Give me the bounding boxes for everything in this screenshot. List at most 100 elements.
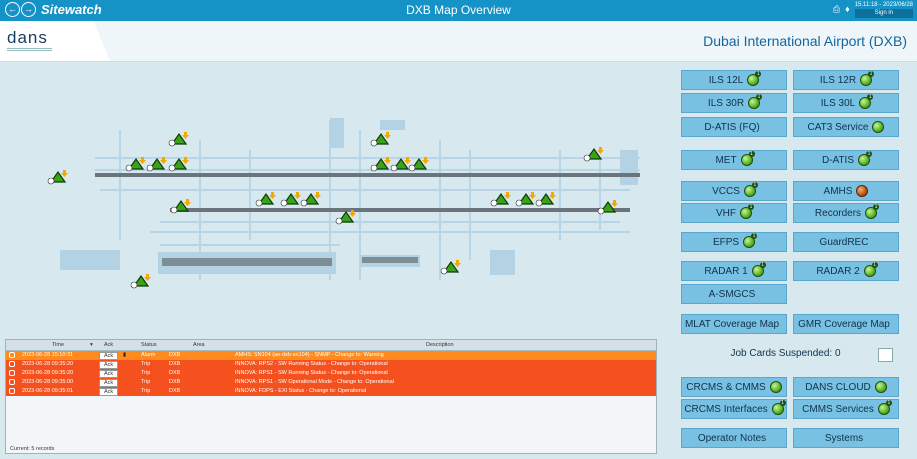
alarm-row[interactable]: 2023-06-28 09:35:20 Ack Trip DXB INNOVA: RPS…	[6, 360, 656, 369]
printer-icon[interactable]: ⎙	[833, 4, 840, 14]
job-cards-suspended-label: Job Cards Suspended: 0	[730, 347, 841, 359]
radar-site-icon[interactable]	[440, 260, 461, 275]
ils-12l-button[interactable]: ILS 12L 1	[681, 70, 787, 90]
radar-site-icon[interactable]	[370, 132, 391, 147]
radar-site-icon[interactable]	[280, 192, 301, 207]
radar-site-icon[interactable]	[255, 192, 276, 207]
down-arrow-alert-icon	[504, 192, 511, 199]
cmms-services-button[interactable]: CMMS Services 1	[793, 399, 899, 419]
radar-site-icon[interactable]	[168, 157, 189, 172]
amhs-button[interactable]: AMHS	[793, 181, 899, 201]
recorders-button[interactable]: Recorders 1	[793, 203, 899, 223]
col-description[interactable]: Description	[426, 342, 454, 348]
sort-icon[interactable]: ▾	[90, 342, 93, 348]
d-atis-fq-label: D-ATIS (FQ)	[704, 121, 760, 133]
crcms-cmms-button[interactable]: CRCMS & CMMS	[681, 377, 787, 397]
systems-button[interactable]: Systems	[793, 428, 899, 448]
status-tag: 1	[748, 204, 754, 210]
col-status[interactable]: Status	[141, 342, 157, 348]
col-ack[interactable]: Ack	[104, 342, 113, 348]
alarm-row[interactable]: 2023-06-28 09:35:01 Ack Trip DXB INNOVA: FDP…	[6, 387, 656, 396]
alarm-time: 2023-06-28 09:35:20	[22, 361, 74, 367]
a-smgcs-label: A-SMGCS	[708, 288, 756, 300]
alarm-status: Trip	[141, 379, 151, 385]
ack-button[interactable]: Ack	[99, 352, 119, 360]
operator-notes-button[interactable]: Operator Notes	[681, 428, 787, 448]
bell-icon: ▮	[123, 352, 127, 358]
down-arrow-alert-icon	[294, 192, 301, 199]
gmr-coverage-map-button[interactable]: GMR Coverage Map	[793, 314, 899, 334]
efps-label: EFPS	[712, 236, 740, 248]
bell-icon[interactable]: ♦	[845, 4, 850, 14]
alarm-area: DXB	[169, 379, 181, 385]
guardrec-button[interactable]: GuardREC	[793, 232, 899, 252]
col-area[interactable]: Area	[193, 342, 205, 348]
radar-site-icon[interactable]	[535, 192, 556, 207]
dans-logo: dans	[7, 28, 48, 47]
d-atis-fq-button[interactable]: D-ATIS (FQ)	[681, 117, 787, 137]
ack-button[interactable]: Ack	[99, 379, 119, 387]
ack-button[interactable]: Ack	[99, 388, 119, 396]
crcms-interfaces-button[interactable]: CRCMS Interfaces 1	[681, 399, 787, 419]
job-cards-suspended-button[interactable]: Job Cards Suspended: 0	[681, 343, 894, 363]
down-arrow-alert-icon	[314, 192, 321, 199]
ils-30l-button[interactable]: ILS 30L 1	[793, 93, 899, 113]
status-tag: 1	[871, 262, 878, 268]
radar-site-icon[interactable]	[490, 192, 511, 207]
radar-1-button[interactable]: RADAR 1 1	[681, 261, 787, 281]
status-led-icon: 1	[740, 204, 754, 219]
cmms-services-label: CMMS Services	[802, 403, 874, 415]
mlat-coverage-map-button[interactable]: MLAT Coverage Map	[681, 314, 787, 334]
radar-2-button[interactable]: RADAR 2 1	[793, 261, 899, 281]
sign-in-button[interactable]: Sign in	[854, 9, 913, 18]
a-smgcs-button[interactable]: A-SMGCS	[681, 284, 787, 304]
radar-site-icon[interactable]	[515, 192, 536, 207]
cat3-service-button[interactable]: CAT3 Service	[793, 117, 899, 137]
alarm-status: Trip	[141, 370, 151, 376]
radar-site-icon[interactable]	[390, 157, 411, 172]
radar-site-icon[interactable]	[168, 132, 189, 147]
d-atis-button[interactable]: D-ATIS 1	[793, 150, 899, 170]
alarm-description: INNOVA: RPS1 - SW Operational Mode - Cha…	[235, 379, 394, 385]
ils-12r-button[interactable]: ILS 12R 1	[793, 70, 899, 90]
status-led-icon: 1	[743, 233, 758, 248]
ack-button[interactable]: Ack	[99, 361, 119, 369]
radar-site-icon[interactable]	[335, 210, 356, 225]
radar-site-icon[interactable]	[170, 199, 191, 214]
radar-site-icon[interactable]	[130, 274, 151, 289]
status-led-icon: 1	[860, 71, 875, 86]
ack-button[interactable]: Ack	[99, 370, 119, 378]
job-cards-toggle[interactable]	[878, 348, 893, 362]
radar-site-icon[interactable]	[125, 157, 146, 172]
alarm-type-icon	[9, 388, 15, 394]
radar-site-icon[interactable]	[300, 192, 321, 207]
radar-site-icon[interactable]	[47, 170, 68, 185]
vccs-button[interactable]: VCCS 1	[681, 181, 787, 201]
efps-button[interactable]: EFPS 1	[681, 232, 787, 252]
alarm-row[interactable]: 2023-06-28 09:35:20 Ack Trip DXB INNOVA: RPS…	[6, 369, 656, 378]
alarm-area: DXB	[169, 370, 181, 376]
radar-site-icon[interactable]	[146, 157, 167, 172]
down-arrow-alert-icon	[184, 199, 191, 206]
met-button[interactable]: MET 1	[681, 150, 787, 170]
radar-site-icon[interactable]	[583, 147, 604, 162]
radar-site-icon[interactable]	[370, 157, 391, 172]
ils-30r-button[interactable]: ILS 30R 1	[681, 93, 787, 113]
dans-cloud-button[interactable]: DANS CLOUD	[793, 377, 899, 397]
airport-title: Dubai International Airport (DXB)	[703, 33, 907, 49]
operator-notes-label: Operator Notes	[697, 432, 767, 444]
alarm-type-icon	[9, 370, 15, 376]
status-led-icon: 1	[751, 262, 766, 277]
status-tag: 1	[751, 182, 758, 188]
alarm-area: DXB	[169, 361, 181, 367]
status-led-icon	[769, 381, 782, 393]
vhf-button[interactable]: VHF 1	[681, 203, 787, 223]
col-time[interactable]: Time	[52, 342, 64, 348]
status-led-icon	[874, 381, 887, 393]
radar-site-icon[interactable]	[408, 157, 429, 172]
alarm-type-icon	[9, 361, 15, 367]
status-tag: 1	[885, 400, 892, 406]
alarm-row[interactable]: 2023-06-28 15:10:31 Ack Alarm DXB AMHS: SN10…	[6, 351, 656, 360]
mlat-coverage-map-label: MLAT Coverage Map	[684, 318, 780, 330]
alarm-row[interactable]: 2023-06-28 09:35:00 Ack Trip DXB INNOVA: RPS…	[6, 378, 656, 387]
